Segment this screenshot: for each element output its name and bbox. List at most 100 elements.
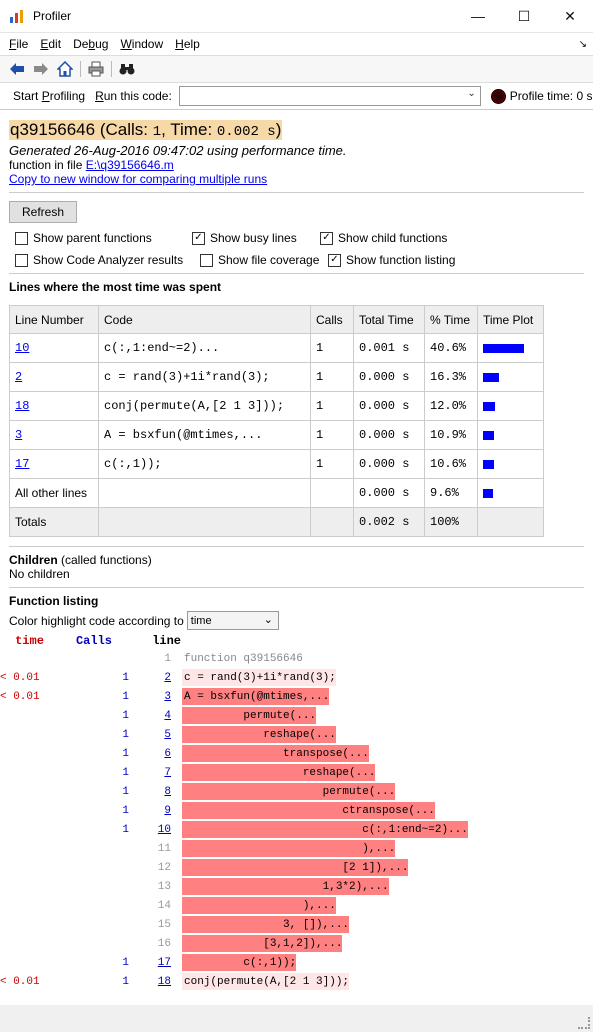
listing-calls: 1 (122, 956, 129, 969)
time-plot-bar (483, 372, 499, 382)
line-link[interactable]: 2 (15, 370, 22, 384)
home-button[interactable] (56, 60, 74, 78)
show-function-listing-checkbox[interactable]: ✓ Show function listing (328, 253, 455, 267)
line-number-link[interactable]: 2 (164, 672, 171, 684)
table-row: 2 c = rand(3)+1i*rand(3); 1 0.000 s 16.3… (9, 362, 544, 392)
code-cell: A = bsxfun(@mtimes,... (98, 420, 311, 450)
line-number-link[interactable]: 5 (164, 729, 171, 741)
refresh-button[interactable]: Refresh (9, 201, 78, 223)
listing-row: 1 17 c(:,1)); (0, 953, 593, 972)
pct-time-cell: 9.6% (424, 478, 478, 508)
status-bar (0, 1005, 593, 1032)
print-button[interactable] (87, 60, 105, 78)
checkbox-icon[interactable]: ✓ (320, 231, 333, 245)
listing-code: reshape(... (182, 764, 376, 781)
listing-row: 16 [3,1,2]),... (0, 934, 593, 953)
find-button[interactable] (118, 60, 136, 78)
line-link[interactable]: 10 (15, 341, 29, 355)
line-number-link[interactable]: 10 (158, 824, 171, 836)
line-number-link[interactable]: 18 (158, 976, 171, 988)
total-time-cell: 0.000 s (353, 478, 425, 508)
line-link[interactable]: 18 (15, 399, 29, 413)
line-number-link[interactable]: 7 (164, 767, 171, 779)
listing-col-time: time (15, 633, 44, 648)
listing-row: 1 8 permute(... (0, 782, 593, 801)
line-number-link[interactable]: 17 (158, 957, 171, 969)
line-number-link[interactable]: 3 (164, 691, 171, 703)
file-path-link[interactable]: E:\q39156646.m (86, 158, 174, 172)
line-number-link[interactable]: 8 (164, 786, 171, 798)
listing-row: 1 10 c(:,1:end~=2)... (0, 820, 593, 839)
listing-header: time Calls line (0, 632, 593, 649)
undock-arrow-icon[interactable]: ↘ (579, 39, 587, 50)
chevron-down-icon[interactable]: ⌄ (467, 88, 475, 99)
back-button[interactable] (8, 60, 26, 78)
total-time-cell: 0.001 s (353, 333, 425, 363)
col-line-number: Line Number (9, 305, 99, 334)
col-code: Code (98, 305, 311, 334)
copy-to-new-window-link[interactable]: Copy to new window for comparing multipl… (9, 172, 267, 186)
checkbox-icon[interactable]: ✓ (192, 231, 205, 245)
run-this-code-label: Run this code: (95, 89, 172, 103)
listing-line: 16 (157, 937, 171, 950)
listing-line: 14 (157, 899, 171, 912)
listing-code: c(:,1:end~=2)... (182, 821, 468, 838)
menu-debug[interactable]: Debug (67, 37, 114, 51)
checkbox-icon[interactable] (15, 231, 28, 245)
run-code-combobox[interactable]: ⌄ (178, 86, 481, 106)
line-number-link[interactable]: 6 (164, 748, 171, 760)
totals-label: Totals (9, 507, 99, 537)
maximize-button[interactable]: ☐ (501, 0, 547, 32)
show-busy-lines-checkbox[interactable]: ✓ Show busy lines (192, 231, 313, 245)
listing-row: 11 ),... (0, 839, 593, 858)
generated-date: 26-Aug-2016 09:47:02 (74, 143, 204, 158)
col-time-plot: Time Plot (477, 305, 544, 334)
color-highlight-select[interactable]: time ⌄ (186, 611, 279, 630)
listing-code: reshape(... (182, 726, 336, 743)
line-link[interactable]: 17 (15, 457, 29, 471)
listing-code: [3,1,2]),... (182, 935, 343, 952)
start-profiling-button[interactable]: Start Profiling (8, 89, 90, 103)
table-row-totals: Totals 0.002 s 100% (9, 507, 544, 537)
pct-time-cell: 10.9% (424, 420, 478, 450)
toolbar-separator (111, 61, 112, 77)
close-button[interactable]: ✕ (547, 0, 593, 32)
divider (9, 192, 584, 193)
table-row: 18 conj(permute(A,[2 1 3])); 1 0.000 s 1… (9, 391, 544, 421)
listing-line: 11 (157, 842, 171, 855)
listing-calls: 1 (122, 747, 129, 760)
menu-help[interactable]: Help (169, 37, 206, 51)
calls-cell: 1 (310, 333, 354, 363)
binoculars-icon (119, 64, 135, 75)
checkbox-icon[interactable]: ✓ (328, 253, 341, 267)
listing-row: 1 function q39156646 (0, 649, 593, 668)
menu-edit[interactable]: Edit (34, 37, 67, 51)
show-file-coverage-checkbox[interactable]: Show file coverage (200, 253, 321, 267)
resize-grip-icon[interactable] (578, 1017, 590, 1029)
divider (9, 546, 584, 547)
menu-window[interactable]: Window (114, 37, 169, 51)
show-child-functions-checkbox[interactable]: ✓ Show child functions (320, 231, 447, 245)
color-highlight-label: Color highlight code according to (9, 613, 184, 628)
checkbox-icon[interactable] (200, 253, 213, 267)
checkbox-icon[interactable] (15, 253, 28, 267)
minimize-button[interactable]: — (455, 0, 501, 32)
time-label: Time (170, 120, 208, 139)
listing-line: 1 (164, 652, 171, 665)
line-number-link[interactable]: 9 (164, 805, 171, 817)
menu-bar: File Edit Debug Window Help ↘ (0, 33, 593, 55)
forward-button[interactable] (32, 60, 50, 78)
menu-file[interactable]: File (3, 37, 34, 51)
time-plot-bar (483, 343, 524, 353)
chevron-down-icon[interactable]: ⌄ (264, 613, 273, 626)
listing-row: 1 6 transpose(... (0, 744, 593, 763)
listing-time: < 0.01 (0, 671, 40, 684)
show-code-analyzer-checkbox[interactable]: Show Code Analyzer results (15, 253, 193, 267)
listing-line: 17 (129, 957, 173, 969)
col-calls: Calls (310, 305, 354, 334)
listing-code: c = rand(3)+1i*rand(3); (182, 669, 336, 686)
show-parent-functions-checkbox[interactable]: Show parent functions (15, 231, 185, 245)
line-number-link[interactable]: 4 (164, 710, 171, 722)
listing-calls: 1 (122, 975, 129, 988)
line-link[interactable]: 3 (15, 428, 22, 442)
